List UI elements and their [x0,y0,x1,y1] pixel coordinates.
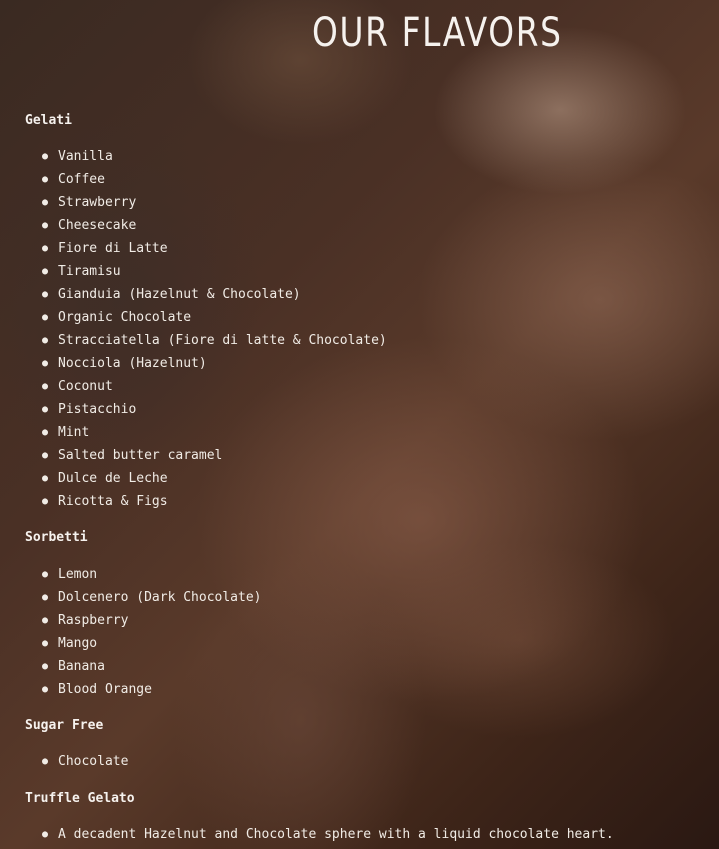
list-item: ● Stracciatella (Fiore di latte & Chocola… [40,329,387,352]
section-heading-sugar-free: Sugar Free [25,718,104,733]
bullet-icon: ● [42,661,49,672]
bullet-icon: ● [42,289,49,300]
list-item: ● Salted butter caramel [40,444,387,467]
bullet-icon: ● [42,197,49,208]
list-item: ● Blood Orange [40,678,262,701]
list-item: ● Coffee [40,168,387,191]
list-item: ● Mint [40,421,387,444]
bullet-icon: ● [42,266,49,277]
bullet-icon: ● [42,638,49,649]
list-item: ● Strawberry [40,191,387,214]
list-item: ● Organic Chocolate [40,306,387,329]
flavors-page: OUR FLAVORS Gelati ● Vanilla ● Coffee ● Str… [0,0,719,849]
flavor-list-truffle-gelato: ● A decadent Hazelnut and Chocolate spher… [40,823,614,846]
bullet-icon: ● [42,358,49,369]
list-item: ● Dolcenero (Dark Chocolate) [40,586,262,609]
list-item: ● Dulce de Leche [40,467,387,490]
bullet-icon: ● [42,404,49,415]
section-heading-gelati: Gelati [25,113,72,128]
page-title: OUR FLAVORS [312,10,563,56]
bullet-icon: ● [42,829,49,840]
bullet-icon: ● [42,335,49,346]
bullet-icon: ● [42,592,49,603]
list-item: ● Vanilla [40,145,387,168]
list-item: ● Banana [40,655,262,678]
list-item: ● Gianduia (Hazelnut & Chocolate) [40,283,387,306]
bullet-icon: ● [42,381,49,392]
section-heading-truffle-gelato: Truffle Gelato [25,791,135,806]
list-item: ● Cheesecake [40,214,387,237]
list-item: ● Lemon [40,563,262,586]
bullet-icon: ● [42,220,49,231]
bullet-icon: ● [42,756,49,767]
bullet-icon: ● [42,174,49,185]
list-item: ● Tiramisu [40,260,387,283]
bullet-icon: ● [42,427,49,438]
bullet-icon: ● [42,473,49,484]
flavor-list-sorbetti: ● Lemon ● Dolcenero (Dark Chocolate) ● Rasp… [40,563,262,701]
bullet-icon: ● [42,151,49,162]
list-item: ● Nocciola (Hazelnut) [40,352,387,375]
list-item: ● A decadent Hazelnut and Chocolate spher… [40,823,614,846]
bullet-icon: ● [42,312,49,323]
list-item: ● Raspberry [40,609,262,632]
bullet-icon: ● [42,496,49,507]
list-item: ● Pistacchio [40,398,387,421]
bullet-icon: ● [42,684,49,695]
section-heading-sorbetti: Sorbetti [25,530,88,545]
flavor-list-sugar-free: ● Chocolate [40,750,128,773]
bullet-icon: ● [42,243,49,254]
list-item: ● Mango [40,632,262,655]
list-item: ● Coconut [40,375,387,398]
flavor-list-gelati: ● Vanilla ● Coffee ● Strawberry ● Cheesecake… [40,145,387,513]
list-item: ● Ricotta & Figs [40,490,387,513]
list-item: ● Fiore di Latte [40,237,387,260]
bullet-icon: ● [42,569,49,580]
bullet-icon: ● [42,615,49,626]
list-item: ● Chocolate [40,750,128,773]
bullet-icon: ● [42,450,49,461]
